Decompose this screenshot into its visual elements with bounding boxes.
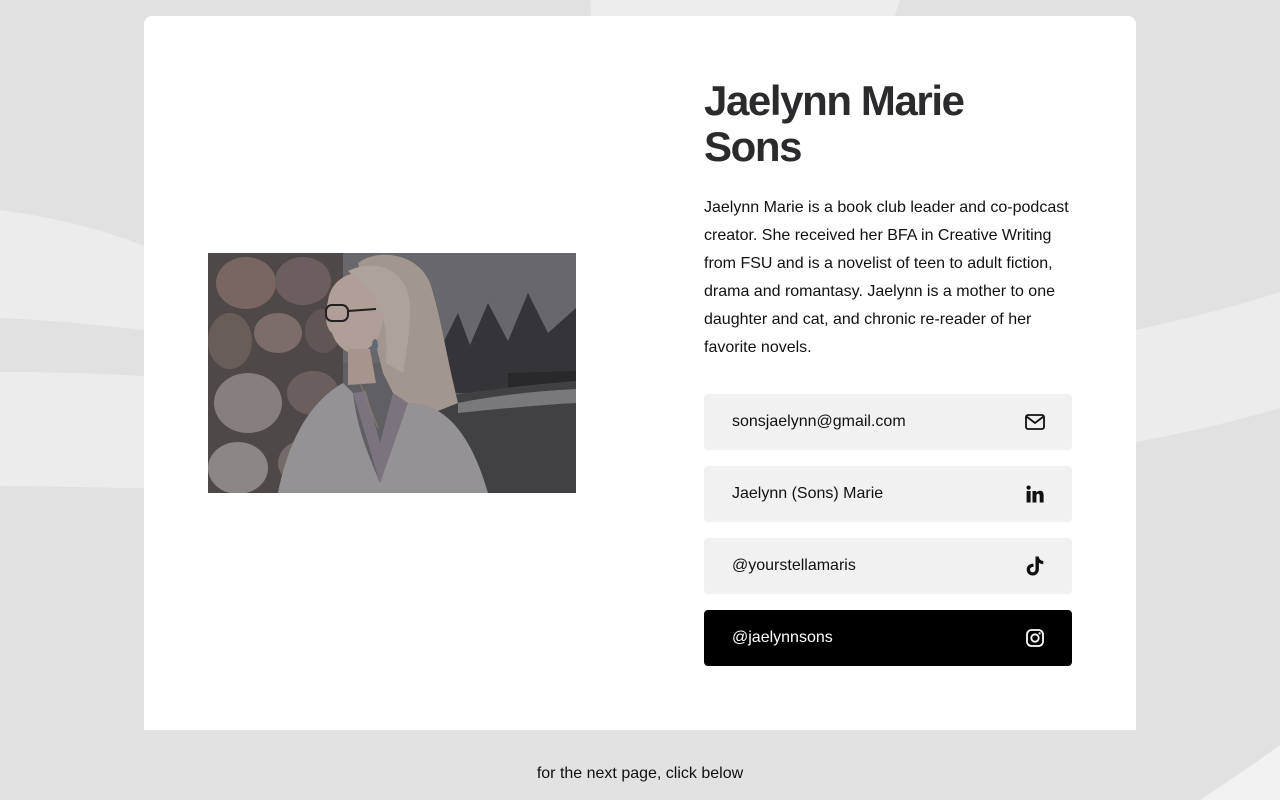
footer-text: for the next page, click below xyxy=(536,765,744,782)
linkedin-icon xyxy=(1024,483,1046,505)
profile-bio: Jaelynn Marie is a book club leader and … xyxy=(704,199,1069,356)
linkedin-link-label: Jaelynn (Sons) Marie xyxy=(732,485,884,502)
profile-name: Jaelynn Marie Sons xyxy=(704,77,965,170)
email-link-label: sonsjaelynn@gmail.com xyxy=(732,413,906,430)
tiktok-link-button[interactable]: @yourstellamaris xyxy=(704,538,1072,594)
linkedin-link-button[interactable]: Jaelynn (Sons) Marie xyxy=(704,466,1072,522)
instagram-link-label: @jaelynnsons xyxy=(732,629,833,646)
tiktok-link-label: @yourstellamaris xyxy=(732,557,856,574)
email-link-button[interactable]: sonsjaelynn@gmail.com xyxy=(704,394,1072,450)
contact-links: sonsjaelynn@gmail.com Jaelynn (Sons) Mar… xyxy=(704,394,1072,682)
instagram-icon xyxy=(1024,627,1046,649)
profile-card: Jaelynn Marie Sons Jaelynn Marie is a bo… xyxy=(144,16,1136,730)
profile-photo xyxy=(208,253,576,493)
mail-icon xyxy=(1024,411,1046,433)
instagram-link-button[interactable]: @jaelynnsons xyxy=(704,610,1072,666)
tiktok-icon xyxy=(1024,555,1046,577)
